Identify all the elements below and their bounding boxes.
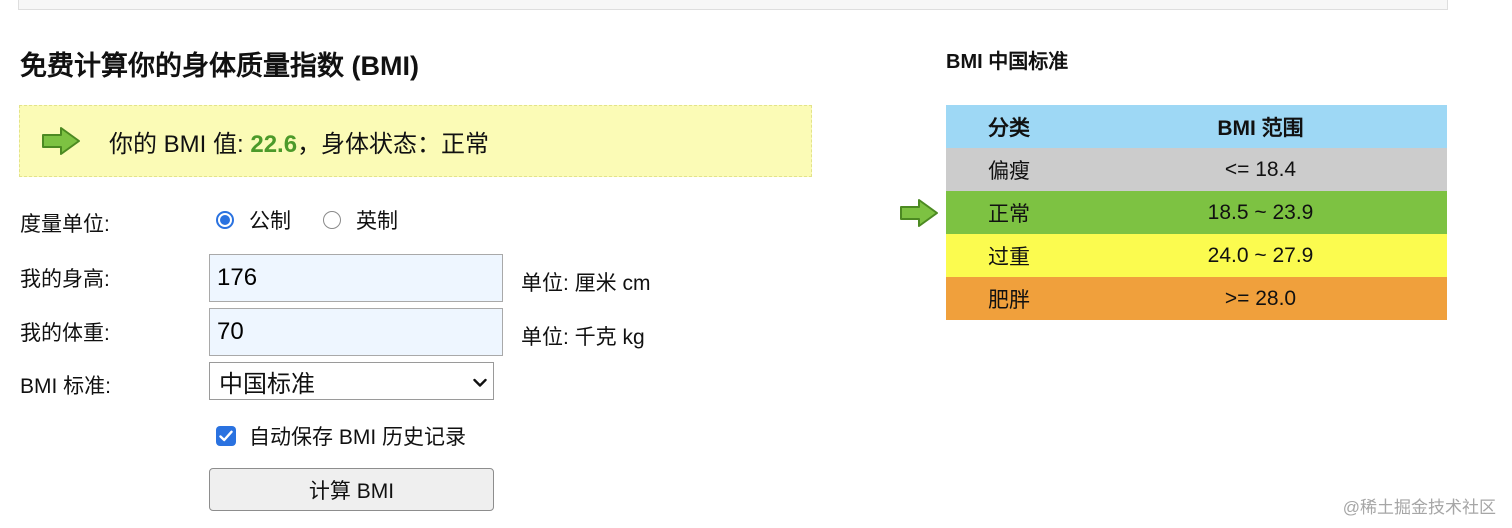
height-unit-label: 单位: 厘米 cm bbox=[521, 272, 651, 295]
top-panel-edge bbox=[18, 0, 1448, 10]
bmi-standard-label: BMI 标准: bbox=[20, 375, 112, 398]
bmi-result-banner: 你的 BMI 值: 22.6，身体状态：正常 bbox=[19, 105, 812, 177]
range-column-header: BMI 范围 bbox=[1217, 116, 1304, 140]
range-cell: 24.0 ~ 27.9 bbox=[1207, 243, 1314, 267]
page-title: 免费计算你的身体质量指数 (BMI) bbox=[20, 51, 419, 81]
imperial-radio[interactable] bbox=[323, 211, 341, 229]
bmi-result-prefix: 你的 BMI 值: bbox=[109, 130, 251, 158]
height-input[interactable] bbox=[209, 254, 503, 302]
range-cell: >= 28.0 bbox=[1224, 286, 1297, 310]
category-column-header: 分类 bbox=[988, 116, 1030, 140]
bmi-value: 22.6 bbox=[250, 130, 298, 158]
calculate-bmi-button[interactable]: 计算 BMI bbox=[209, 468, 494, 511]
category-cell: 过重 bbox=[988, 245, 1030, 269]
bmi-standard-title: BMI 中国标准 bbox=[946, 51, 1069, 73]
chevron-down-icon bbox=[473, 367, 487, 395]
weight-label: 我的体重: bbox=[20, 322, 110, 345]
bmi-standard-selected-value: 中国标准 bbox=[219, 370, 315, 398]
watermark: @稀土掘金技术社区 bbox=[1342, 498, 1496, 517]
range-cell: 18.5 ~ 23.9 bbox=[1207, 200, 1314, 224]
bmi-result-text: 你的 BMI 值: 22.6，身体状态：正常 bbox=[109, 124, 489, 159]
current-category-arrow-icon bbox=[899, 198, 939, 228]
autosave-option: 自动保存 BMI 历史记录 bbox=[216, 421, 466, 451]
table-row-underweight: 偏瘦 <= 18.4 bbox=[946, 148, 1447, 191]
metric-radio-label[interactable]: 公制 bbox=[249, 205, 291, 235]
height-label: 我的身高: bbox=[20, 268, 110, 291]
category-cell: 肥胖 bbox=[988, 288, 1030, 312]
checkmark-icon bbox=[219, 430, 233, 442]
range-cell: <= 18.4 bbox=[1224, 157, 1297, 181]
bmi-standard-table: 分类 BMI 范围 偏瘦 <= 18.4 正常 18.5 ~ 23.9 过重 2… bbox=[946, 105, 1447, 320]
imperial-radio-label[interactable]: 英制 bbox=[356, 205, 398, 235]
table-row-overweight: 过重 24.0 ~ 27.9 bbox=[946, 234, 1447, 277]
weight-unit-label: 单位: 千克 kg bbox=[521, 326, 645, 349]
unit-system-radio-group: 公制 英制 bbox=[216, 205, 430, 235]
weight-input[interactable] bbox=[209, 308, 503, 356]
bmi-standard-select[interactable]: 中国标准 bbox=[209, 362, 494, 400]
autosave-label[interactable]: 自动保存 BMI 历史记录 bbox=[249, 421, 466, 451]
bmi-status: ，身体状态：正常 bbox=[297, 130, 490, 158]
autosave-checkbox[interactable] bbox=[216, 426, 236, 446]
arrow-right-icon bbox=[41, 126, 81, 156]
category-cell: 正常 bbox=[988, 202, 1030, 226]
metric-radio[interactable] bbox=[216, 211, 234, 229]
category-cell: 偏瘦 bbox=[988, 159, 1030, 183]
table-row-obese: 肥胖 >= 28.0 bbox=[946, 277, 1447, 320]
unit-system-label: 度量单位: bbox=[20, 213, 110, 236]
table-row-normal: 正常 18.5 ~ 23.9 bbox=[946, 191, 1447, 234]
table-header-row: 分类 BMI 范围 bbox=[946, 105, 1447, 148]
